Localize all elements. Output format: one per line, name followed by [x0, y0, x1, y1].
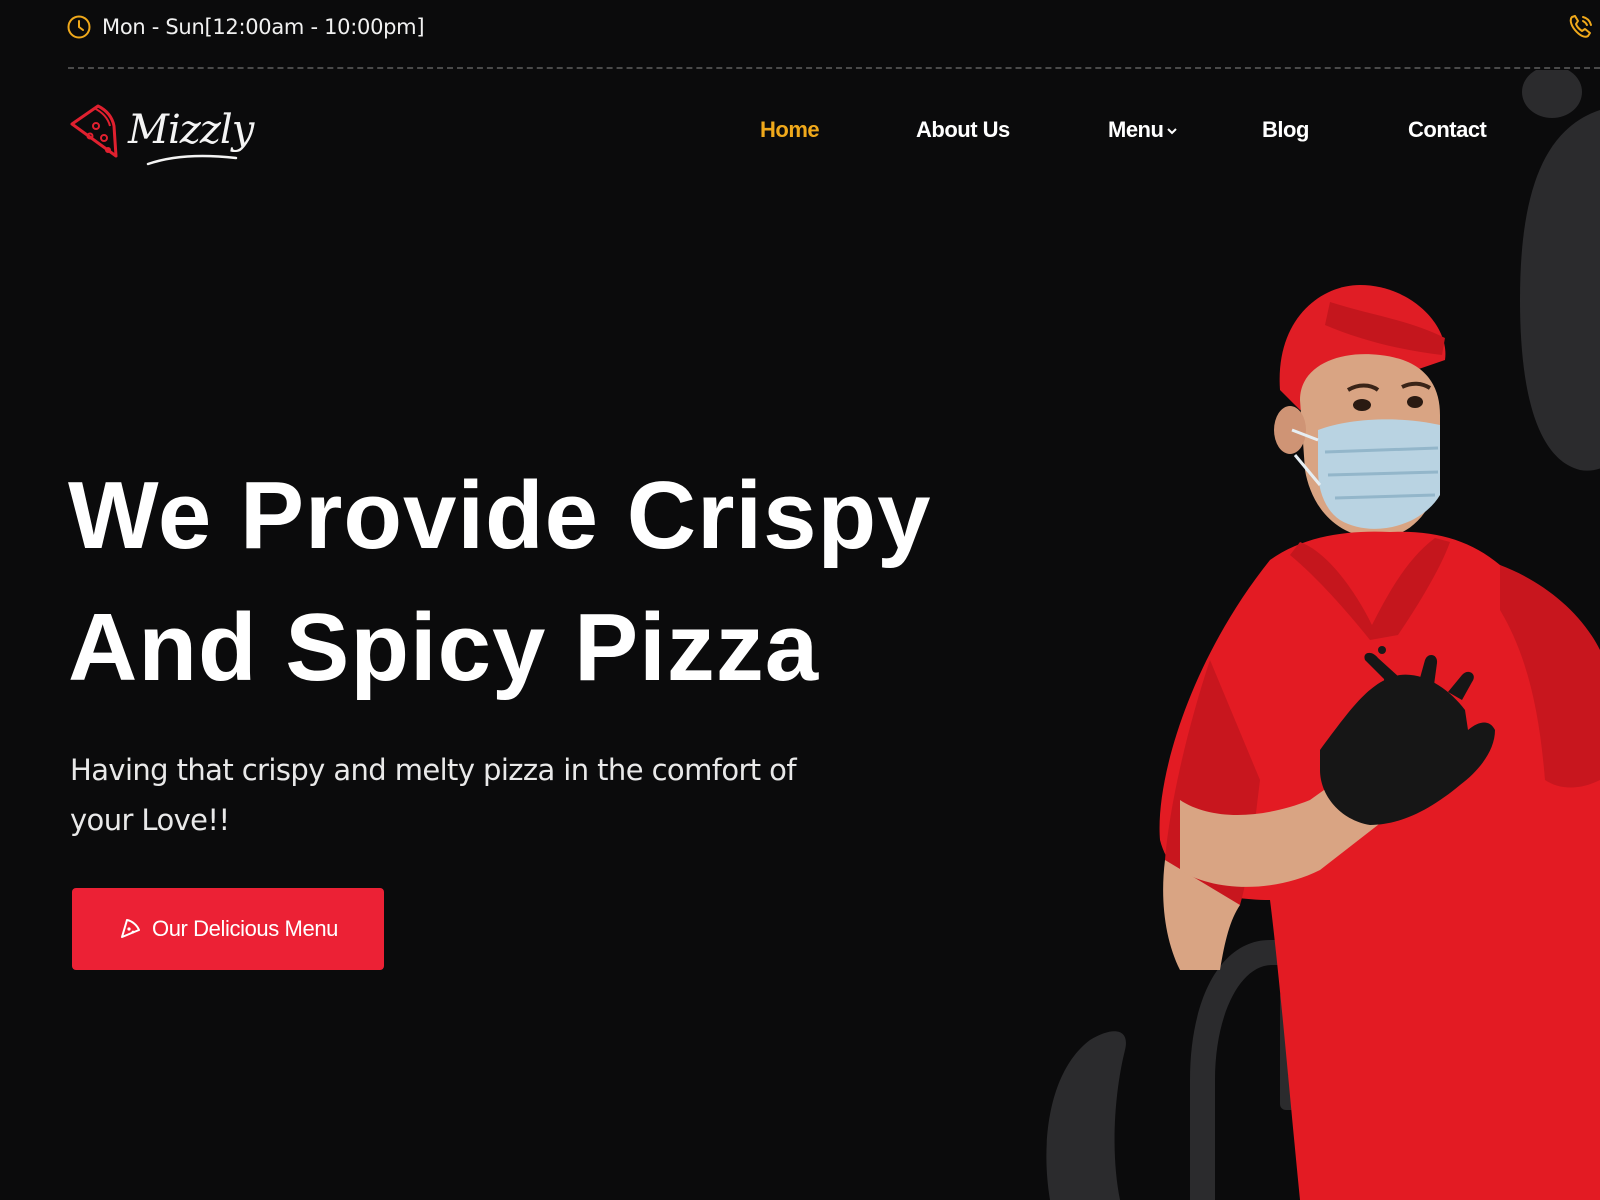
top-bar: Mon - Sun[12:00am - 10:00pm] [0, 0, 1600, 69]
nav-item-blog[interactable]: Blog [1262, 112, 1309, 148]
nav-item-home[interactable]: Home [760, 112, 820, 148]
logo-underline [146, 154, 238, 166]
cta-label: Our Delicious Menu [152, 916, 338, 941]
hero-subtitle: Having that crispy and melty pizza in th… [70, 753, 797, 837]
nav-item-menu-label: Menu [1108, 117, 1164, 142]
chevron-down-icon [1167, 128, 1178, 135]
site-logo[interactable]: Mizzly [66, 95, 254, 166]
pizza-slice-icon [70, 104, 118, 158]
hero-title-line-1: We Provide Crispy [68, 462, 932, 569]
hero-title-line-2: And Spicy Pizza [68, 594, 820, 701]
page: Mon - Sun[12:00am - 10:00pm] Mizzly Home… [0, 0, 1600, 1200]
hero-title: We Provide Crispy And Spicy Pizza [68, 450, 1068, 714]
nav-item-about-us[interactable]: About Us [916, 112, 1010, 148]
nav-item-contact[interactable]: Contact [1408, 112, 1487, 148]
opening-hours: Mon - Sun[12:00am - 10:00pm] [66, 12, 425, 42]
our-delicious-menu-button[interactable]: Our Delicious Menu [72, 888, 384, 970]
top-bar-divider [68, 67, 1600, 69]
phone-icon[interactable] [1566, 12, 1596, 42]
opening-hours-text: Mon - Sun[12:00am - 10:00pm] [102, 15, 425, 39]
logo-text: Mizzly [128, 107, 254, 153]
logo-wordmark: Mizzly [128, 107, 254, 166]
delivery-person-image [1159, 285, 1600, 1200]
nav-item-menu[interactable]: Menu [1108, 112, 1178, 148]
clock-icon [67, 15, 91, 39]
pizza-slice-icon [121, 919, 140, 938]
